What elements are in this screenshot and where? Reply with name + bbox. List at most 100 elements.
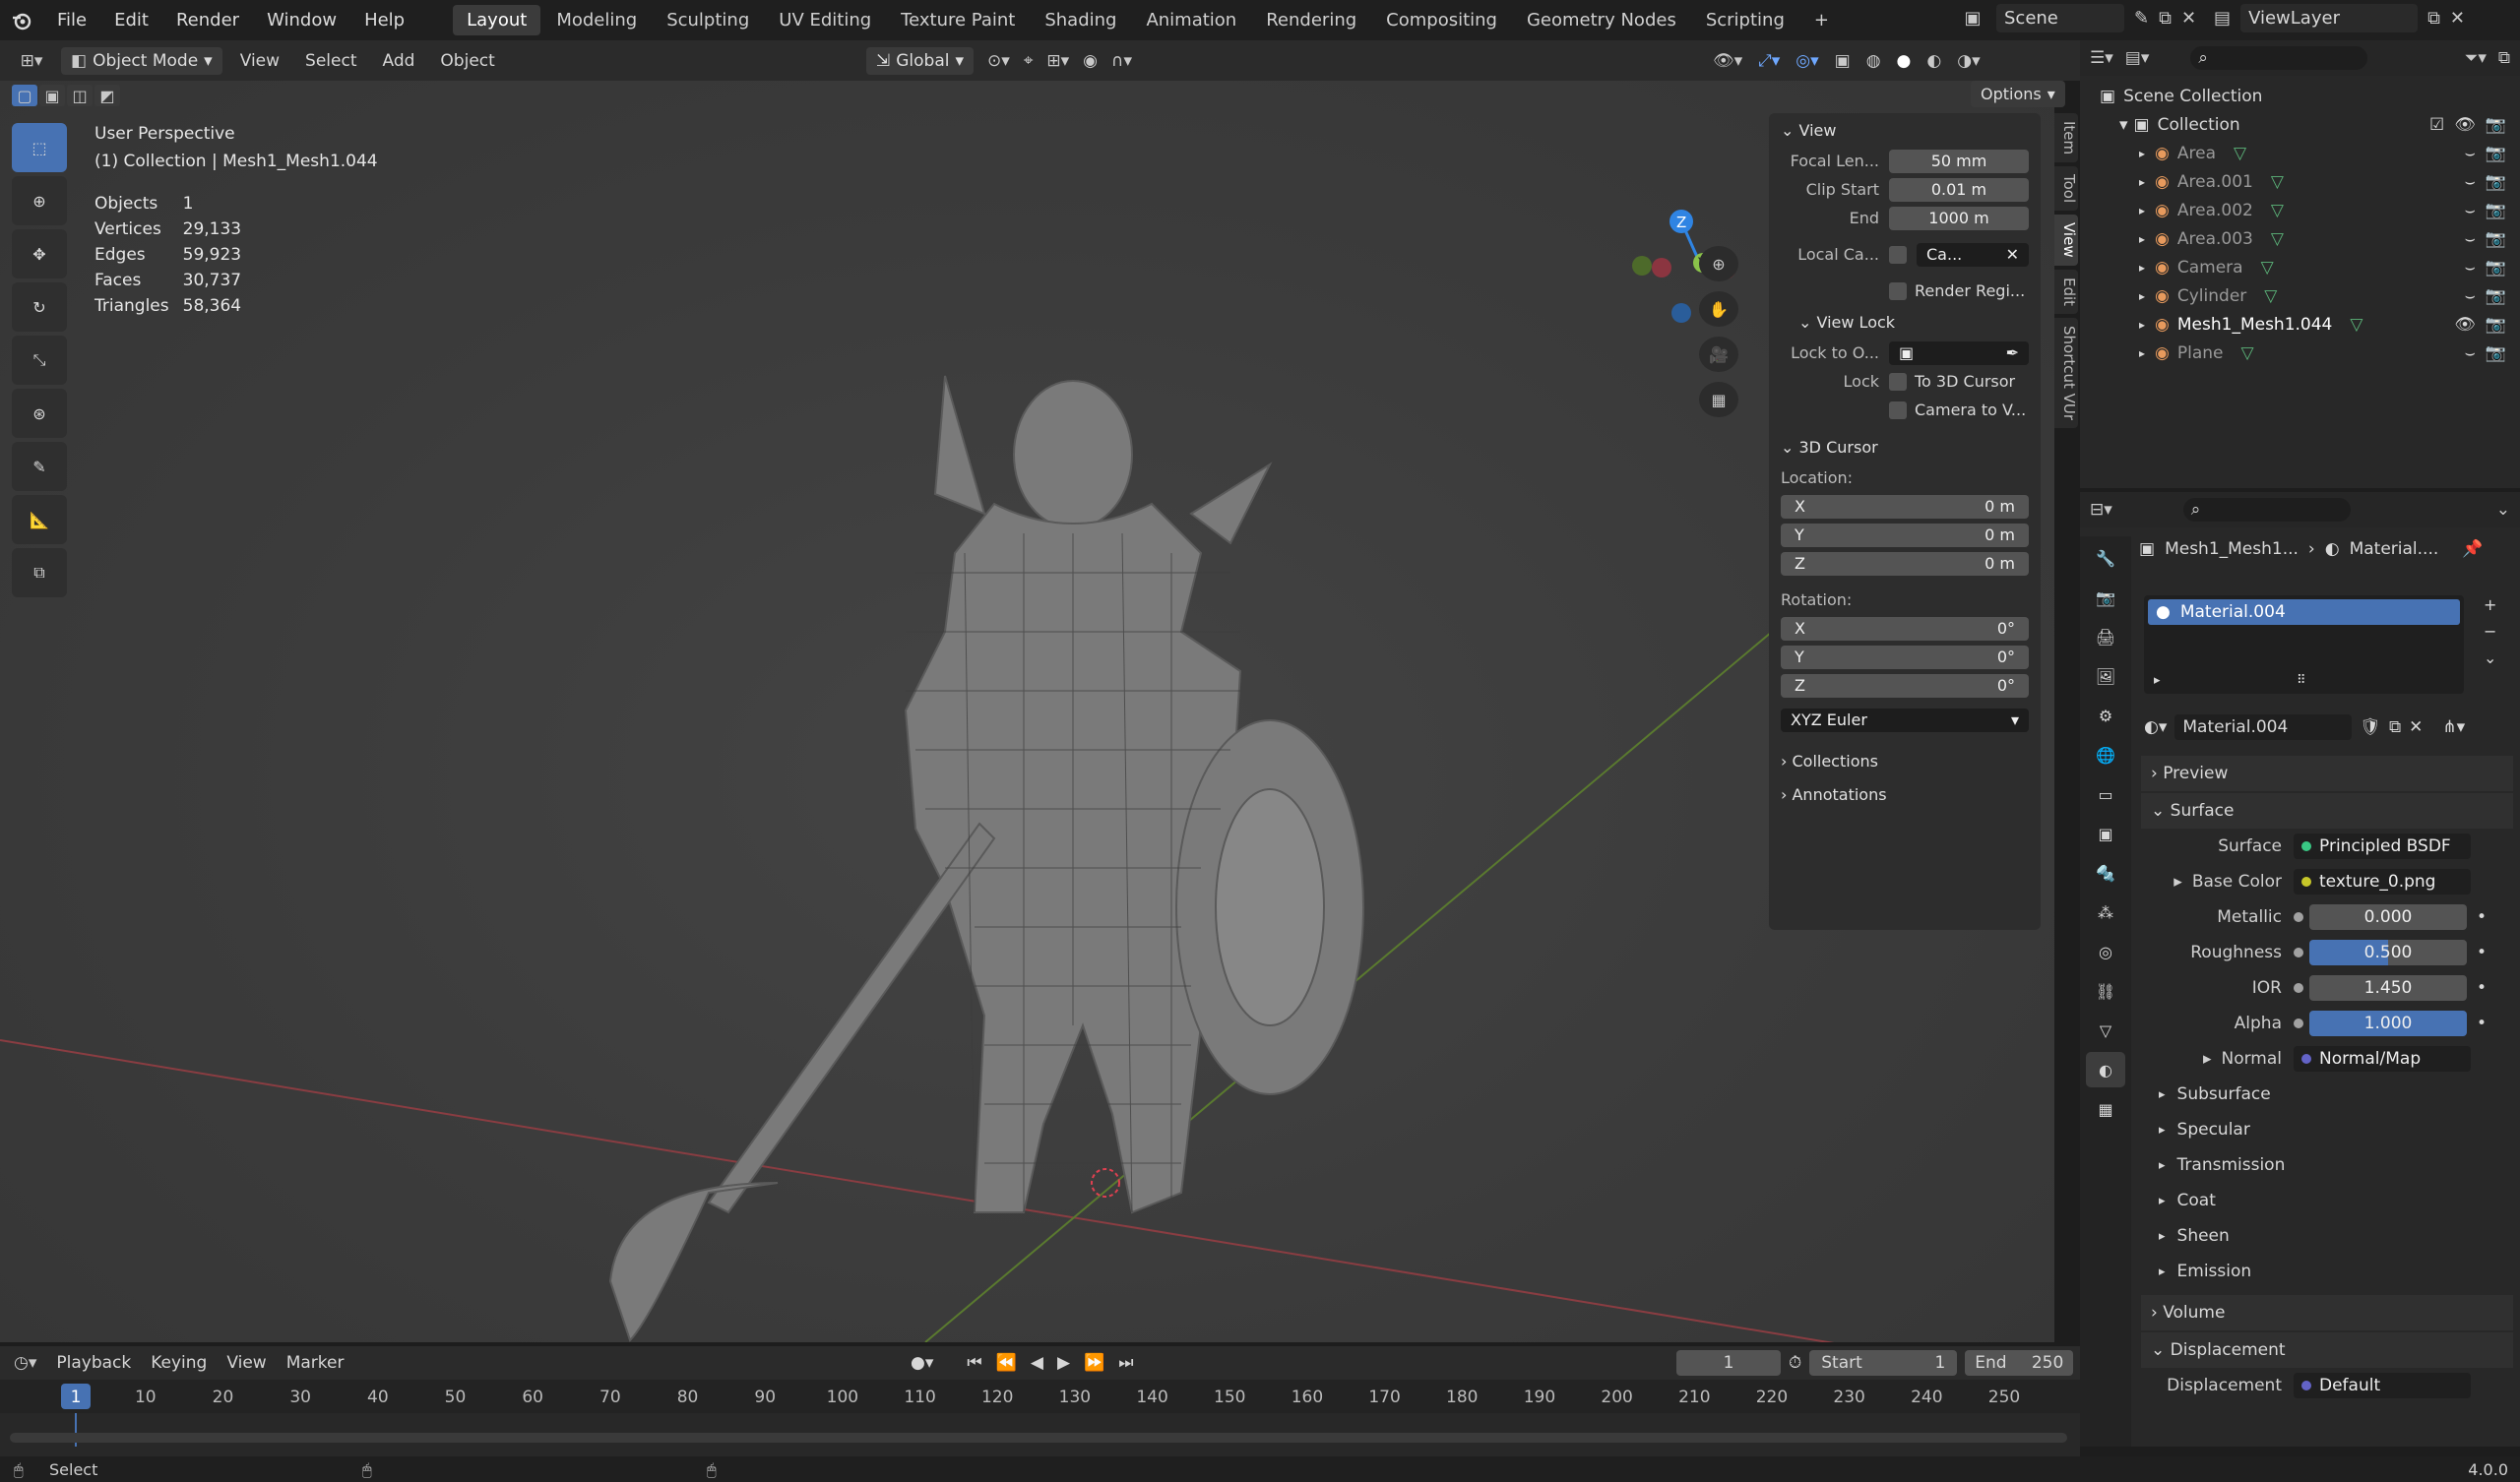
metallic-field[interactable]: 0.000	[2309, 904, 2467, 930]
remove-scene-icon[interactable]: ✕	[2181, 8, 2196, 29]
camera-icon[interactable]: 📷	[2486, 286, 2506, 306]
rendered-shading-icon[interactable]: ◑▾	[1957, 51, 1980, 71]
expand-icon[interactable]: ▸	[2139, 261, 2145, 275]
blender-logo-icon[interactable]	[0, 0, 43, 40]
solid-shading-icon[interactable]: ●	[1897, 51, 1912, 71]
annotate-tool-icon[interactable]: ✎	[12, 442, 67, 491]
viewport-menu-view[interactable]: View	[232, 51, 287, 71]
editor-type-icon[interactable]: ⊞▾	[12, 51, 51, 71]
transform-tool-icon[interactable]: ⊛	[12, 389, 67, 438]
camera-icon[interactable]: 📷	[2486, 229, 2506, 249]
object-properties-icon[interactable]: ▣	[2086, 816, 2125, 851]
chevron-down-icon[interactable]: ⌄	[2496, 500, 2510, 520]
eye-icon[interactable]: ⌣	[2465, 144, 2476, 163]
rotate-tool-icon[interactable]: ↻	[12, 282, 67, 332]
options-dropdown[interactable]: Options ▾	[1971, 81, 2065, 107]
camera-icon[interactable]: 📷	[2486, 343, 2506, 363]
wireframe-shading-icon[interactable]: ◍	[1866, 51, 1881, 71]
world-properties-icon[interactable]: 🌐	[2086, 737, 2125, 772]
menu-edit[interactable]: Edit	[100, 10, 162, 31]
pin-icon[interactable]: 📌	[2462, 539, 2483, 559]
add-slot-icon[interactable]: +	[2484, 595, 2496, 614]
expand-icon[interactable]: ▸	[2139, 346, 2145, 360]
tab-tool[interactable]: Tool	[2054, 166, 2078, 212]
display-mode-icon[interactable]: ▤▾	[2125, 48, 2150, 68]
physics-properties-icon[interactable]: ◎	[2086, 934, 2125, 969]
pan-hand-icon[interactable]: ✋	[1699, 291, 1738, 327]
material-properties-icon[interactable]: ◐	[2086, 1052, 2125, 1087]
eye-icon[interactable]: ⌣	[2465, 343, 2476, 363]
outliner-item[interactable]: ▸ ◉ Camera ▽ ⌣ 📷	[2080, 253, 2520, 281]
camera-icon[interactable]: 📷	[2486, 201, 2506, 220]
lock-to-object-field[interactable]: ▣ ✒	[1889, 340, 2029, 365]
clear-icon[interactable]: ✕	[2006, 245, 2019, 264]
socket-icon[interactable]	[2294, 948, 2303, 957]
current-frame-field[interactable]: 1	[1676, 1350, 1781, 1376]
collection-row[interactable]: ▾ ▣ Collection ☑ 👁 📷	[2080, 110, 2520, 139]
particle-properties-icon[interactable]: ⁂	[2086, 895, 2125, 930]
cursor-location-x[interactable]: X 0 m	[1769, 492, 2041, 521]
tab-layout[interactable]: Layout	[453, 5, 541, 35]
menu-window[interactable]: Window	[253, 10, 350, 31]
scene-selector[interactable]: Scene	[1996, 4, 2124, 32]
proportional-edit-icon[interactable]: ◉	[1083, 51, 1098, 71]
tab-modeling[interactable]: Modeling	[542, 5, 651, 35]
tab-item[interactable]: Item	[2054, 113, 2078, 163]
outliner-item[interactable]: ▸ ◉ Plane ▽ ⌣ 📷	[2080, 339, 2520, 367]
outliner-item[interactable]: ▸ ◉ Cylinder ▽ ⌣ 📷	[2080, 281, 2520, 310]
transform-orientation[interactable]: ⇲ Global ▾	[866, 46, 975, 75]
tab-texture-paint[interactable]: Texture Paint	[887, 5, 1029, 35]
normal-field[interactable]: Normal/Map	[2294, 1046, 2471, 1072]
surface-shader-field[interactable]: Principled BSDF	[2294, 834, 2471, 859]
cursor-rotation-z[interactable]: Z 0°	[1769, 671, 2041, 700]
new-scene-icon[interactable]: ⧉	[2159, 8, 2172, 29]
perspective-toggle-icon[interactable]: ▦	[1699, 382, 1738, 417]
eyedropper-icon[interactable]: ✒	[2006, 343, 2019, 362]
keyframe-dot-icon[interactable]: •	[2477, 1014, 2487, 1033]
material-slot-item[interactable]: ● Material.004	[2148, 599, 2460, 625]
socket-icon[interactable]	[2294, 912, 2303, 922]
keyframe-dot-icon[interactable]: •	[2477, 943, 2487, 962]
tab-compositing[interactable]: Compositing	[1372, 5, 1511, 35]
cursor-rotation-x[interactable]: X 0°	[1769, 614, 2041, 643]
expand-icon[interactable]: ▸	[2139, 289, 2145, 303]
cursor-rotation-y[interactable]: Y 0°	[1769, 643, 2041, 671]
select-box-tool-icon[interactable]: ⬚	[12, 123, 67, 172]
expand-icon[interactable]: ▸	[2139, 175, 2145, 189]
prev-keyframe-icon[interactable]: ⏪	[996, 1353, 1017, 1373]
outliner-item[interactable]: ▸ ◉ Area.002 ▽ ⌣ 📷	[2080, 196, 2520, 224]
annotations-header[interactable]: › Annotations	[1769, 777, 2041, 811]
camera-icon[interactable]: 📷	[2486, 172, 2506, 192]
alpha-field[interactable]: 1.000	[2309, 1011, 2467, 1036]
menu-file[interactable]: File	[43, 10, 100, 31]
select-new-icon[interactable]: ▢	[12, 85, 37, 106]
cursor-tool-icon[interactable]: ⊕	[12, 176, 67, 225]
tab-rendering[interactable]: Rendering	[1252, 5, 1370, 35]
outliner-item[interactable]: ▸ ◉ Area.003 ▽ ⌣ 📷	[2080, 224, 2520, 253]
3d-cursor-header[interactable]: ⌄ 3D Cursor	[1769, 430, 2041, 463]
camera-icon[interactable]: 📷	[2486, 144, 2506, 163]
data-properties-icon[interactable]: ▽	[2086, 1013, 2125, 1048]
displacement-header[interactable]: ⌄ Displacement	[2141, 1332, 2513, 1368]
tab-animation[interactable]: Animation	[1132, 5, 1250, 35]
expand-icon[interactable]: ▸	[2203, 1049, 2212, 1069]
select-extend-icon[interactable]: ▣	[39, 85, 65, 106]
expand-icon[interactable]: ▸	[2139, 204, 2145, 217]
preview-header[interactable]: › Preview	[2141, 756, 2513, 791]
eye-icon[interactable]: 👁	[2454, 315, 2476, 335]
3d-viewport[interactable]: Z X Y User Perspective (1) Collection | …	[0, 81, 2065, 1342]
local-camera-checkbox[interactable]	[1889, 245, 1907, 264]
properties-editor-icon[interactable]: ⊟▾	[2090, 500, 2112, 520]
cursor-location-y[interactable]: Y 0 m	[1769, 521, 2041, 549]
outliner-item[interactable]: ▸ ◉ Area ▽ ⌣ 📷	[2080, 139, 2520, 167]
render-properties-icon[interactable]: 📷	[2086, 580, 2125, 615]
menu-help[interactable]: Help	[350, 10, 418, 31]
subpanel-header[interactable]: ▸ Specular	[2141, 1112, 2513, 1147]
outliner-editor-icon[interactable]: ☰▾	[2090, 48, 2113, 68]
select-subtract-icon[interactable]: ◫	[67, 85, 93, 106]
eye-icon[interactable]: 👁	[2454, 115, 2476, 135]
focal-length-field[interactable]: 50 mm	[1889, 149, 2029, 173]
collection-properties-icon[interactable]: ▭	[2086, 776, 2125, 812]
add-workspace-button[interactable]: +	[1800, 5, 1843, 35]
move-tool-icon[interactable]: ✥	[12, 229, 67, 278]
